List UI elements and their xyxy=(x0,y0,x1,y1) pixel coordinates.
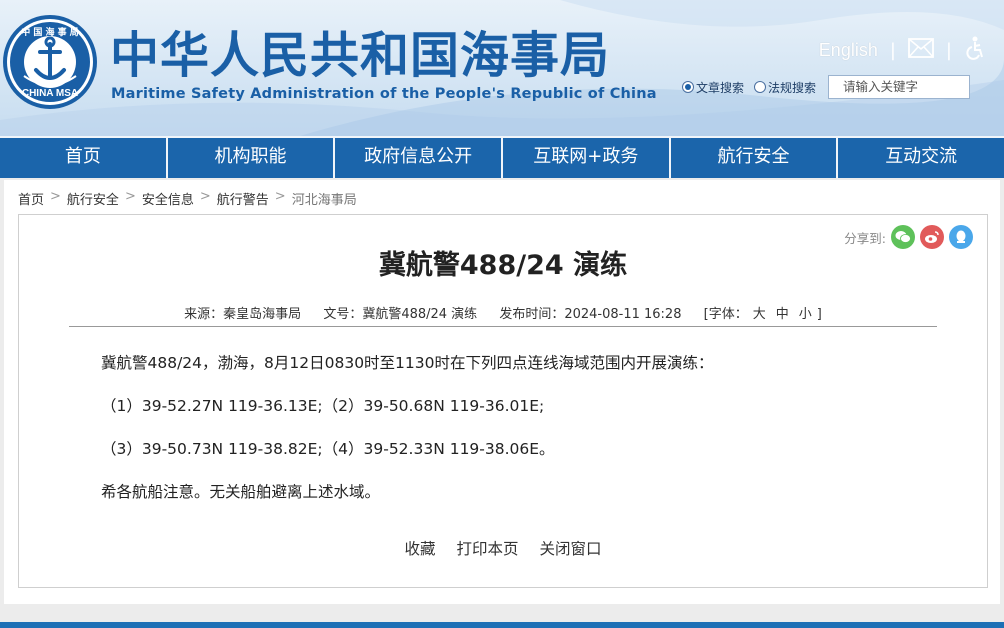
mail-icon[interactable] xyxy=(908,38,934,62)
breadcrumb-item[interactable]: 安全信息 xyxy=(142,189,194,208)
logo-bottom-text: CHINA MSA xyxy=(21,88,79,99)
font-size-control: [字体： 大中小] xyxy=(704,307,822,322)
breadcrumb: 首页 > 航行安全 > 安全信息 > 航行警告 > 河北海事局 xyxy=(18,189,357,208)
meta-publish-time: 发布时间：2024-08-11 16:28 xyxy=(499,307,682,322)
article-paragraph: （1）39-52.27N 119-36.13E;（2）39-50.68N 119… xyxy=(101,397,545,415)
font-size-large[interactable]: 大 xyxy=(753,307,766,322)
search-option-article[interactable]: 文章搜索 xyxy=(682,79,744,96)
english-link[interactable]: English xyxy=(819,40,878,61)
article-paragraph: （3）39-50.73N 119-38.82E;（4）39-52.33N 119… xyxy=(101,440,555,458)
breadcrumb-bar: 首页 > 航行安全 > 安全信息 > 航行警告 > 河北海事局 xyxy=(4,180,1000,214)
header-separator: | xyxy=(889,39,896,61)
header-separator-2: | xyxy=(945,39,952,61)
article-actions: 收藏 打印本页 关闭窗口 xyxy=(19,537,987,559)
logo-top-text: 中 国 海 事 局 xyxy=(21,28,79,38)
site-header: 中 国 海 事 局 CHINA MSA 中华人民共和国海事局 Maritime … xyxy=(0,0,1004,136)
content-area: 分享到: 冀航警488/24 演练 来源：秦皇岛海事局 文号：冀航警488/24… xyxy=(4,214,1000,604)
breadcrumb-separator: > xyxy=(124,189,136,204)
article-card: 分享到: 冀航警488/24 演练 来源：秦皇岛海事局 文号：冀航警488/24… xyxy=(18,214,988,588)
font-size-label: [字体： xyxy=(703,307,748,322)
article-paragraph: 希各航船注意。无关船舶避离上述水域。 xyxy=(101,483,381,501)
search-option-law[interactable]: 法规搜索 xyxy=(754,79,816,96)
site-title-english[interactable]: Maritime Safety Administration of the Pe… xyxy=(111,86,657,102)
breadcrumb-item[interactable]: 航行警告 xyxy=(217,189,269,208)
article-body: 冀航警488/24，渤海，8月12日0830时至1130时在下列四点连线海域范围… xyxy=(101,353,714,525)
breadcrumb-item[interactable]: 航行安全 xyxy=(67,189,119,208)
article-title: 冀航警488/24 演练 xyxy=(378,250,628,281)
accessibility-icon[interactable] xyxy=(964,36,986,64)
search-area: 文章搜索 法规搜索 请输入关键字 xyxy=(682,75,971,99)
radio-selected-icon[interactable] xyxy=(682,81,694,93)
meta-source: 来源：秦皇岛海事局 xyxy=(184,307,302,322)
breadcrumb-item[interactable]: 首页 xyxy=(18,189,44,208)
breadcrumb-separator: > xyxy=(199,189,211,204)
radio-unselected-icon[interactable] xyxy=(754,81,767,93)
msa-logo[interactable]: 中 国 海 事 局 CHINA MSA xyxy=(2,14,98,110)
breadcrumb-separator: > xyxy=(50,189,61,204)
font-size-close: ] xyxy=(816,307,822,322)
footer-bar xyxy=(0,622,1004,628)
nav-item-gov-info[interactable]: 政府信息公开 xyxy=(335,138,504,178)
search-option-law-label: 法规搜索 xyxy=(768,80,817,95)
font-size-small[interactable]: 小 xyxy=(799,307,812,322)
font-size-medium[interactable]: 中 xyxy=(776,307,789,322)
search-input[interactable]: 请输入关键字 xyxy=(828,75,971,99)
breadcrumb-current[interactable]: 河北海事局 xyxy=(292,189,357,208)
meta-divider xyxy=(69,326,937,327)
article-meta: 来源：秦皇岛海事局 文号：冀航警488/24 演练 发布时间：2024-08-1… xyxy=(19,303,987,322)
header-tools: English | | xyxy=(819,36,986,64)
close-window-button[interactable]: 关闭窗口 xyxy=(539,540,601,558)
nav-item-interaction[interactable]: 互动交流 xyxy=(838,138,1004,178)
nav-item-home[interactable]: 首页 xyxy=(0,138,168,178)
favorite-button[interactable]: 收藏 xyxy=(405,540,436,558)
meta-doc-number: 文号：冀航警488/24 演练 xyxy=(323,307,478,322)
nav-item-navigation-safety[interactable]: 航行安全 xyxy=(670,138,839,178)
nav-item-functions[interactable]: 机构职能 xyxy=(167,138,336,178)
site-title-chinese[interactable]: 中华人民共和国海事局 xyxy=(110,26,610,86)
search-option-article-label: 文章搜索 xyxy=(696,80,745,95)
nav-item-internet-gov[interactable]: 互联网+政务 xyxy=(503,138,671,178)
breadcrumb-separator: > xyxy=(274,189,286,204)
main-nav: 首页 机构职能 政府信息公开 互联网+政务 航行安全 互动交流 xyxy=(0,136,1004,178)
article-paragraph: 冀航警488/24，渤海，8月12日0830时至1130时在下列四点连线海域范围… xyxy=(101,354,714,372)
print-button[interactable]: 打印本页 xyxy=(456,540,518,558)
